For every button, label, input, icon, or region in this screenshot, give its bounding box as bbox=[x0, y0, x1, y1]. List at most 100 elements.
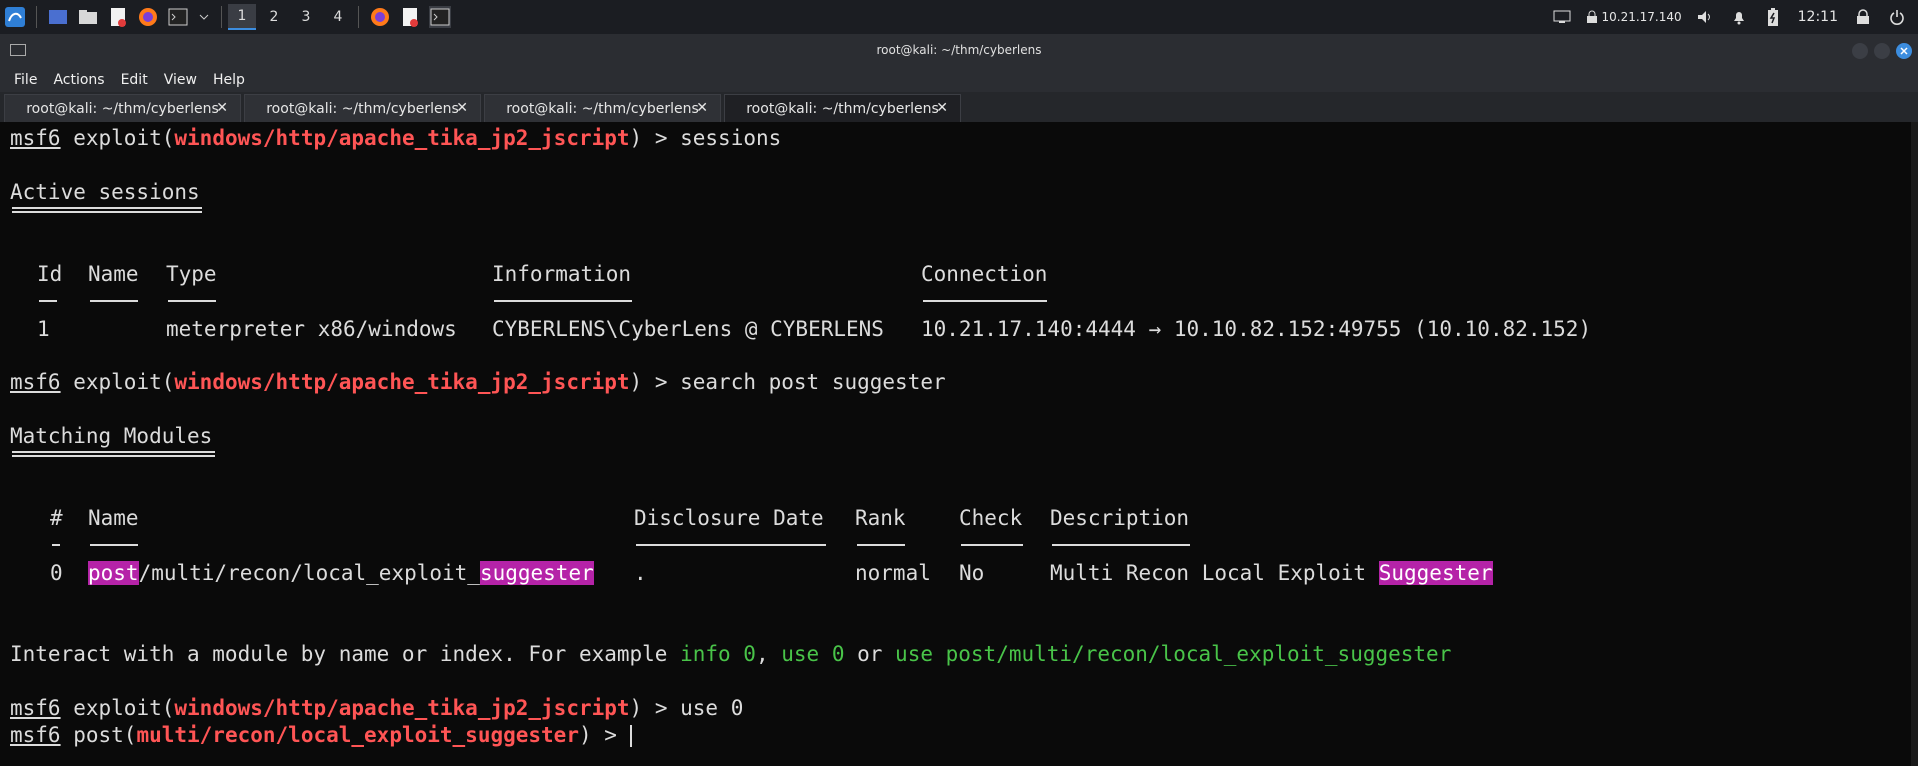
minimize-button[interactable] bbox=[1852, 43, 1868, 59]
text-cursor bbox=[629, 725, 632, 747]
prompt-context: post( bbox=[73, 723, 137, 747]
module-rank: normal bbox=[855, 561, 931, 585]
notification-bell-icon[interactable] bbox=[1728, 6, 1750, 28]
menu-file[interactable]: File bbox=[14, 72, 37, 88]
power-icon[interactable] bbox=[1886, 6, 1908, 28]
description-text: Multi Recon Local Exploit bbox=[1050, 561, 1379, 585]
terminal-icon[interactable] bbox=[167, 6, 189, 28]
search-highlight: suggester bbox=[479, 561, 594, 585]
hint-text: or bbox=[844, 642, 896, 666]
module-date: . bbox=[634, 561, 647, 585]
col-underline bbox=[52, 544, 60, 546]
col-underline bbox=[1052, 544, 1190, 546]
menu-help[interactable]: Help bbox=[213, 72, 245, 88]
session-connection: 10.21.17.140:4444 → 10.10.82.152:49755 (… bbox=[921, 317, 1592, 341]
tab-label: root@kali: ~/thm/cyberlens bbox=[746, 100, 939, 117]
heading-underline bbox=[12, 455, 215, 457]
matching-modules-heading: Matching Modules bbox=[10, 424, 213, 448]
tab-1[interactable]: root@kali: ~/thm/cyberlens ✕ bbox=[4, 94, 241, 122]
menu-bar: File Actions Edit View Help bbox=[0, 68, 1918, 92]
vpn-lock-icon[interactable] bbox=[1585, 6, 1599, 28]
close-tab-icon[interactable]: ✕ bbox=[216, 100, 228, 116]
current-prompt[interactable]: msf6 post(multi/recon/local_exploit_sugg… bbox=[10, 723, 632, 747]
search-highlight: Suggester bbox=[1378, 561, 1493, 585]
col-header-disclosure-date: Disclosure Date bbox=[634, 506, 824, 530]
col-underline bbox=[168, 300, 216, 302]
editor-task-icon[interactable] bbox=[399, 6, 421, 28]
ip-address: 10.21.17.140 bbox=[1601, 10, 1682, 24]
col-header-name: Name bbox=[88, 262, 139, 286]
lock-screen-icon[interactable] bbox=[1852, 6, 1874, 28]
window-titlebar[interactable]: root@kali: ~/thm/cyberlens bbox=[0, 34, 1918, 68]
col-header-type: Type bbox=[166, 262, 217, 286]
firefox-task-icon[interactable] bbox=[369, 6, 391, 28]
prompt-module: multi/recon/local_exploit_suggester bbox=[136, 723, 579, 747]
tab-3[interactable]: root@kali: ~/thm/cyberlens ✕ bbox=[484, 94, 721, 122]
close-tab-icon[interactable]: ✕ bbox=[696, 100, 708, 116]
tab-2[interactable]: root@kali: ~/thm/cyberlens ✕ bbox=[244, 94, 481, 122]
interact-hint: Interact with a module by name or index.… bbox=[10, 642, 1451, 666]
col-underline bbox=[90, 544, 138, 546]
col-header-information: Information bbox=[492, 262, 632, 286]
menu-view[interactable]: View bbox=[164, 72, 197, 88]
col-underline bbox=[961, 544, 1023, 546]
close-tab-icon[interactable]: ✕ bbox=[936, 100, 948, 116]
battery-icon[interactable] bbox=[1762, 6, 1784, 28]
chevron-down-icon[interactable] bbox=[197, 6, 211, 28]
hint-text: , bbox=[755, 642, 782, 666]
session-id: 1 bbox=[37, 317, 50, 341]
module-name: post/multi/recon/local_exploit_suggester bbox=[88, 561, 594, 585]
close-button[interactable] bbox=[1896, 43, 1912, 59]
col-underline bbox=[636, 544, 826, 546]
prompt-end: ) > bbox=[629, 126, 681, 150]
command-text: search post suggester bbox=[680, 370, 946, 394]
firefox-icon[interactable] bbox=[137, 6, 159, 28]
module-path: /multi/recon/local_exploit_ bbox=[138, 561, 480, 585]
heading-underline bbox=[12, 207, 202, 209]
tab-bar: root@kali: ~/thm/cyberlens ✕ root@kali: … bbox=[0, 92, 1918, 122]
search-highlight: post bbox=[88, 561, 139, 585]
hint-command: use post/multi/recon/local_exploit_sugge… bbox=[895, 642, 1452, 666]
tab-4[interactable]: root@kali: ~/thm/cyberlens ✕ bbox=[724, 94, 961, 122]
col-underline bbox=[857, 544, 905, 546]
tab-label: root@kali: ~/thm/cyberlens bbox=[26, 100, 219, 117]
col-underline bbox=[494, 300, 632, 302]
hint-command: info 0 bbox=[680, 642, 756, 666]
desktop-icon[interactable] bbox=[47, 6, 69, 28]
col-header-description: Description bbox=[1050, 506, 1190, 530]
clock[interactable]: 12:11 bbox=[1798, 9, 1838, 25]
display-icon[interactable] bbox=[1551, 6, 1573, 28]
prompt-module: windows/http/apache_tika_jp2_jscript bbox=[174, 370, 630, 394]
menu-actions[interactable]: Actions bbox=[53, 72, 104, 88]
hint-command: use 0 bbox=[781, 642, 845, 666]
msf-prompt: msf6 bbox=[10, 126, 61, 150]
terminal-output[interactable]: msf6 exploit(windows/http/apache_tika_jp… bbox=[0, 122, 1918, 766]
workspace-3[interactable]: 3 bbox=[292, 4, 320, 30]
file-manager-icon[interactable] bbox=[77, 6, 99, 28]
workspace-2[interactable]: 2 bbox=[260, 4, 288, 30]
close-tab-icon[interactable]: ✕ bbox=[456, 100, 468, 116]
tab-label: root@kali: ~/thm/cyberlens bbox=[266, 100, 459, 117]
text-editor-icon[interactable] bbox=[107, 6, 129, 28]
maximize-button[interactable] bbox=[1874, 43, 1890, 59]
menu-edit[interactable]: Edit bbox=[121, 72, 148, 88]
prompt-context: exploit( bbox=[73, 370, 175, 394]
session-information: CYBERLENS\CyberLens @ CYBERLENS bbox=[492, 317, 884, 341]
session-type: meterpreter x86/windows bbox=[166, 317, 457, 341]
col-header-rank: Rank bbox=[855, 506, 906, 530]
heading-underline bbox=[12, 211, 202, 213]
command-text: sessions bbox=[680, 126, 782, 150]
workspace-1[interactable]: 1 bbox=[228, 4, 256, 30]
scrollbar[interactable] bbox=[1911, 122, 1918, 766]
volume-icon[interactable] bbox=[1694, 6, 1716, 28]
col-header-num: # bbox=[50, 506, 63, 530]
terminal-task-icon[interactable] bbox=[429, 6, 451, 28]
workspace-4[interactable]: 4 bbox=[324, 4, 352, 30]
col-underline bbox=[90, 300, 138, 302]
kali-menu-icon[interactable] bbox=[4, 6, 26, 28]
prompt-line-2: msf6 exploit(windows/http/apache_tika_jp… bbox=[10, 370, 946, 394]
prompt-end: ) > bbox=[578, 723, 630, 747]
col-header-connection: Connection bbox=[921, 262, 1048, 286]
prompt-end: ) > bbox=[629, 696, 681, 720]
col-header-id: Id bbox=[37, 262, 63, 286]
